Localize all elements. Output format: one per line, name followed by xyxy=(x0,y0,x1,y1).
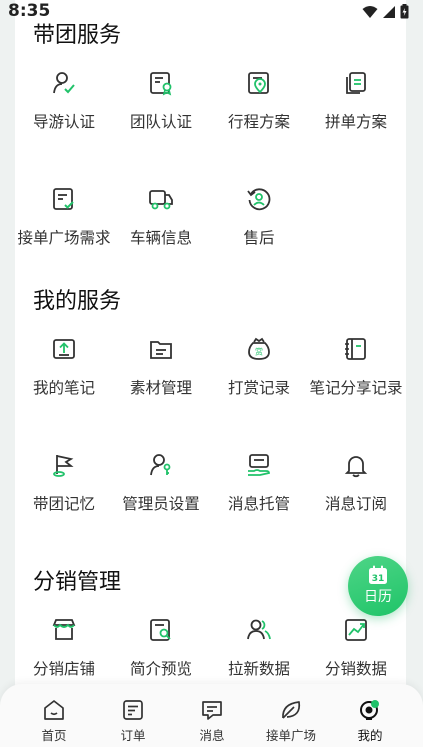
tab-order-square[interactable]: 接单广场 xyxy=(251,698,331,744)
vehicle-icon xyxy=(149,190,173,210)
preview-icon xyxy=(150,619,171,641)
users-icon xyxy=(247,619,271,640)
menu-item-dist-data[interactable]: 分销数据 xyxy=(307,617,405,679)
profile-icon xyxy=(360,700,379,720)
status-bar: 8:35 xyxy=(0,0,423,24)
after-sales-icon xyxy=(247,188,271,211)
menu-item-note-share[interactable]: 笔记分享记录 xyxy=(307,336,405,398)
order-square-demand-icon xyxy=(53,188,74,210)
status-time: 8:35 xyxy=(8,1,51,21)
notebook-icon xyxy=(345,338,366,360)
menu-item-vehicle[interactable]: 车辆信息 xyxy=(112,186,210,248)
menu-item-message-hosting[interactable]: 消息托管 xyxy=(210,452,308,514)
calendar-fab-label: 日历 xyxy=(364,589,392,605)
order-icon xyxy=(123,700,143,720)
menu-item-guide-cert[interactable]: 导游认证 xyxy=(15,70,113,132)
menu-item-group-order[interactable]: 拼单方案 xyxy=(307,70,405,132)
tab-orders[interactable]: 订单 xyxy=(93,698,173,744)
menu-item-itinerary[interactable]: 行程方案 xyxy=(210,70,308,132)
wifi-icon xyxy=(362,5,378,18)
itinerary-icon xyxy=(248,72,269,94)
shop-icon xyxy=(52,619,76,640)
guide-cert-icon xyxy=(53,72,75,94)
folder-icon xyxy=(150,341,172,359)
message-hosting-icon xyxy=(248,454,270,476)
home-icon xyxy=(44,700,64,720)
menu-item-dist-shop[interactable]: 分销店铺 xyxy=(15,617,113,679)
group-order-icon xyxy=(346,72,366,94)
tab-messages[interactable]: 消息 xyxy=(172,698,252,744)
battery-icon xyxy=(400,4,409,19)
menu-item-team-cert[interactable]: 团队认证 xyxy=(112,70,210,132)
reward-icon: 赏 xyxy=(248,337,270,360)
tab-home[interactable]: 首页 xyxy=(14,698,94,744)
menu-item-tour-memory[interactable]: 带团记忆 xyxy=(15,452,113,514)
calendar-fab[interactable]: 31 日历 xyxy=(348,556,408,616)
section-title-dist: 分销管理 xyxy=(33,570,122,595)
menu-item-my-notes[interactable]: 我的笔记 xyxy=(15,336,113,398)
bell-icon xyxy=(344,456,368,478)
signal-icon xyxy=(383,5,395,18)
calendar-day: 31 xyxy=(372,574,385,584)
message-icon xyxy=(202,701,222,720)
menu-item-order-square-demand[interactable]: 接单广场需求 xyxy=(15,186,113,248)
menu-item-message-subscribe[interactable]: 消息订阅 xyxy=(307,452,405,514)
tab-profile[interactable]: 我的 xyxy=(330,698,410,744)
flag-icon xyxy=(53,455,74,477)
menu-item-intro-preview[interactable]: 简介预览 xyxy=(112,617,210,679)
menu-item-material[interactable]: 素材管理 xyxy=(112,336,210,398)
section-title-my: 我的服务 xyxy=(33,289,122,314)
menu-item-new-user-data[interactable]: 拉新数据 xyxy=(210,617,308,679)
menu-item-admin-settings[interactable]: 管理员设置 xyxy=(112,452,210,514)
bottom-tab-bar: 首页 订单 消息 接单广场 我的 xyxy=(0,684,423,747)
menu-item-after-sales[interactable]: 售后 xyxy=(210,186,308,248)
menu-item-reward-records[interactable]: 赏 打赏记录 xyxy=(210,336,308,398)
calendar-icon: 31 xyxy=(369,565,387,584)
svg-text:赏: 赏 xyxy=(255,347,263,357)
admin-icon xyxy=(150,454,171,476)
leaf-icon xyxy=(282,701,301,719)
chart-icon xyxy=(345,619,367,641)
upload-note-icon xyxy=(53,339,75,359)
team-cert-icon xyxy=(150,72,172,96)
